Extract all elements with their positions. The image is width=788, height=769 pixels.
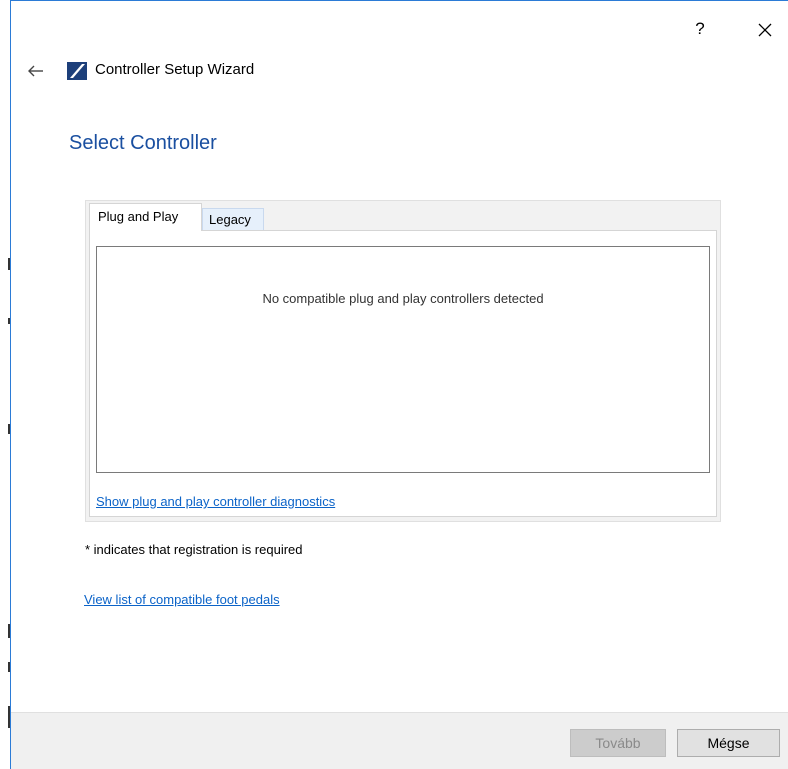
empty-list-message: No compatible plug and play controllers …	[262, 291, 544, 306]
close-icon	[758, 23, 772, 37]
footer-bar: Tovább Mégse	[11, 712, 788, 769]
foot-pedals-link[interactable]: View list of compatible foot pedals	[84, 592, 280, 607]
diagnostics-link[interactable]: Show plug and play controller diagnostic…	[96, 494, 335, 509]
controller-list[interactable]: No compatible plug and play controllers …	[96, 246, 710, 473]
controller-tab-panel: Plug and Play Legacy No compatible plug …	[85, 200, 721, 522]
page-title: Select Controller	[69, 132, 217, 154]
wizard-window: ? Controller Setup Wizard Select Control…	[10, 0, 788, 769]
background-edge	[0, 0, 10, 769]
tab-legacy[interactable]: Legacy	[202, 208, 264, 231]
cancel-button[interactable]: Mégse	[677, 729, 780, 757]
tab-content: No compatible plug and play controllers …	[89, 230, 717, 517]
arrow-left-icon	[28, 65, 43, 77]
registration-note: * indicates that registration is require…	[85, 542, 303, 557]
close-button[interactable]	[750, 15, 780, 45]
next-button[interactable]: Tovább	[570, 729, 666, 757]
tab-plug-and-play[interactable]: Plug and Play	[89, 203, 202, 231]
back-button[interactable]	[22, 59, 50, 83]
app-logo-icon	[67, 62, 87, 80]
window-title: Controller Setup Wizard	[95, 61, 255, 78]
help-button[interactable]: ?	[690, 17, 710, 41]
